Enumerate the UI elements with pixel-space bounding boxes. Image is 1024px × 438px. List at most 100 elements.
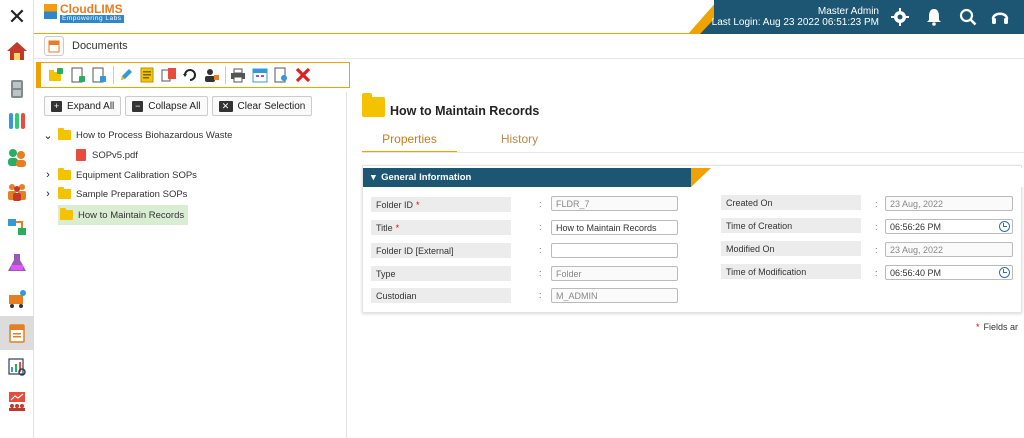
move-document-icon[interactable] [160, 66, 178, 84]
tree-node-biohazardous-waste[interactable]: ⌄ How to Process Biohazardous Waste [42, 126, 232, 144]
required-fields-note: * Fields ar [976, 322, 1019, 332]
time-of-modification-field[interactable]: 06:56:40 PM [885, 265, 1013, 280]
tab-properties[interactable]: Properties [362, 126, 457, 153]
created-on-label: Created On [721, 195, 861, 210]
users-icon[interactable] [0, 174, 34, 208]
title-field[interactable]: How to Maintain Records [551, 220, 678, 235]
print-icon[interactable] [229, 66, 247, 84]
folder-icon [58, 128, 71, 140]
top-header: CloudLIMS Empowering Labs Master Admin L… [34, 0, 1024, 34]
tree-node-sopv5-pdf[interactable]: SOPv5.pdf [76, 146, 138, 164]
documents-breadcrumb-icon[interactable] [44, 36, 64, 56]
support-headset-icon[interactable] [988, 5, 1012, 29]
folder-icon [58, 187, 71, 199]
add-document-icon[interactable] [69, 66, 87, 84]
search-icon[interactable] [956, 5, 980, 29]
expand-all-button[interactable]: + Expand All [44, 96, 122, 116]
toolbar-separator [112, 66, 114, 84]
left-rail: ✕ [0, 0, 34, 438]
title-label: Title * [371, 220, 511, 235]
detail-tabs: Properties History [362, 126, 567, 153]
section-header-accent [691, 168, 711, 187]
schedule-calendar-icon[interactable] [251, 66, 269, 84]
modified-on-field[interactable]: 23 Aug, 2022 [885, 242, 1013, 257]
folder-id-field[interactable]: FLDR_7 [551, 196, 678, 211]
presentation-icon[interactable] [0, 384, 34, 418]
minus-icon: − [132, 100, 144, 112]
detail-title-text: How to Maintain Records [390, 104, 540, 118]
workflow-icon[interactable] [0, 210, 34, 244]
time-of-creation-field[interactable]: 06:56:26 PM [885, 219, 1013, 234]
chevron-right-icon[interactable]: › [42, 188, 54, 200]
created-on-field[interactable]: 23 Aug, 2022 [885, 196, 1013, 211]
folder-icon [60, 208, 73, 220]
tab-divider [362, 152, 1024, 153]
custodian-field[interactable]: M_ADMIN [551, 288, 678, 303]
tree-node-label: Sample Preparation SOPs [76, 188, 188, 200]
chevron-down-icon[interactable]: ⌄ [42, 129, 54, 142]
colon: : [539, 268, 542, 278]
home-icon[interactable] [0, 34, 34, 68]
logo-mark-icon [44, 4, 57, 19]
folder-id-label: Folder ID * [371, 197, 511, 212]
folder-id-external-label: Folder ID [External] [371, 243, 511, 258]
document-toolbar [36, 62, 350, 88]
tree-node-label: How to Maintain Records [78, 209, 185, 221]
delete-icon[interactable] [294, 66, 312, 84]
clients-icon[interactable] [0, 140, 34, 174]
edit-pencil-icon[interactable] [117, 66, 135, 84]
clock-icon[interactable] [999, 267, 1010, 278]
time-of-modification-label: Time of Modification [721, 264, 861, 279]
colon: : [875, 199, 878, 209]
section-header[interactable]: ▾ General Information [363, 168, 1024, 187]
collapse-all-button[interactable]: − Collapse All [125, 96, 208, 116]
close-icon[interactable]: ✕ [0, 0, 34, 34]
expand-all-label: Expand All [67, 100, 115, 112]
clock-icon[interactable] [999, 221, 1010, 232]
documents-icon[interactable] [0, 316, 34, 350]
reports-icon[interactable] [0, 350, 34, 384]
logo-name: CloudLIMS [60, 2, 123, 16]
test-tubes-icon[interactable] [0, 104, 34, 138]
page-title: Documents [72, 40, 128, 52]
last-login: Last Login: Aug 23 2022 06:51:23 PM [711, 17, 879, 28]
freezer-icon[interactable] [0, 72, 34, 106]
refresh-icon[interactable] [181, 66, 199, 84]
clear-selection-button[interactable]: ✕ Clear Selection [211, 96, 313, 116]
detail-title: How to Maintain Records [362, 93, 540, 118]
type-label: Type [371, 266, 511, 281]
folder-icon [58, 168, 71, 180]
section-title: ▾ General Information [371, 172, 472, 183]
tree-node-sample-preparation[interactable]: › Sample Preparation SOPs [42, 185, 187, 203]
cloudlims-logo[interactable]: CloudLIMS Empowering Labs [44, 3, 124, 29]
breadcrumb: Documents [34, 34, 1024, 59]
user-info: Master Admin Last Login: Aug 23 2022 06:… [712, 6, 879, 28]
section-header-cut [691, 168, 1024, 187]
colon: : [539, 222, 542, 232]
copy-document-icon[interactable] [90, 66, 108, 84]
tree-node-maintain-records[interactable]: How to Maintain Records [58, 205, 189, 225]
clear-icon: ✕ [218, 100, 233, 112]
add-folder-icon[interactable] [47, 66, 65, 84]
tree-node-equipment-calibration[interactable]: › Equipment Calibration SOPs [42, 166, 197, 184]
assign-user-icon[interactable] [203, 66, 221, 84]
folder-icon [362, 93, 385, 117]
notification-bell-icon[interactable] [922, 5, 946, 29]
settings-gear-icon[interactable] [888, 5, 912, 29]
flask-icon[interactable] [0, 246, 34, 280]
general-information-card: ▾ General Information Folder ID * : FLDR_… [362, 165, 1024, 313]
preview-icon[interactable] [272, 66, 290, 84]
tab-history[interactable]: History [472, 126, 567, 153]
required-fields-text: Fields ar [983, 322, 1019, 332]
chevron-right-icon[interactable]: › [42, 169, 54, 181]
colon: : [539, 245, 542, 255]
inventory-cart-icon[interactable] [0, 282, 34, 316]
colon: : [539, 290, 542, 300]
time-of-creation-label: Time of Creation [721, 218, 861, 233]
user-name: Master Admin [817, 6, 879, 17]
type-field[interactable]: Folder [551, 266, 678, 281]
colon: : [875, 268, 878, 278]
folder-id-external-field[interactable] [551, 243, 678, 258]
modified-on-label: Modified On [721, 241, 861, 256]
properties-icon[interactable] [138, 66, 156, 84]
